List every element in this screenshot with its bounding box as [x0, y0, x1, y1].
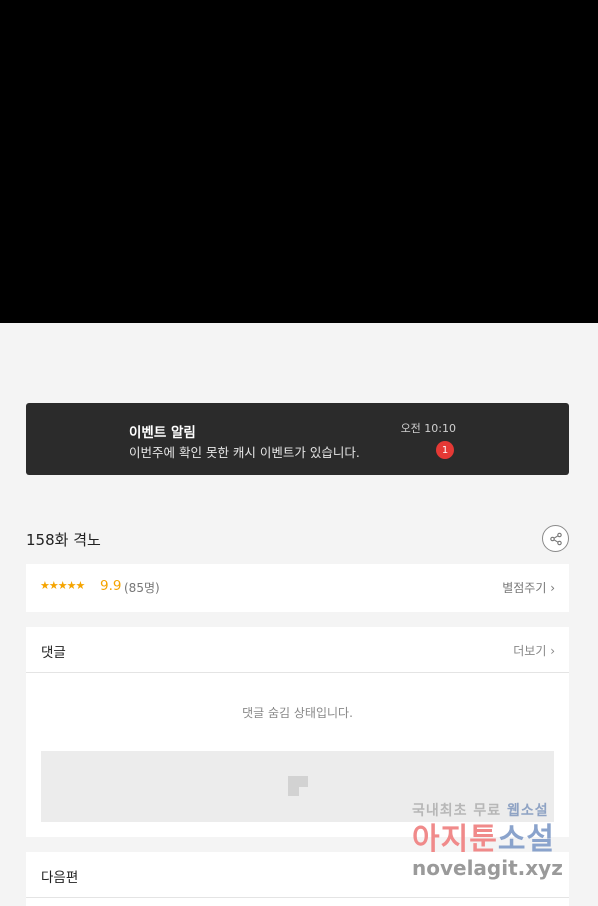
rating-score: 9.9 [100, 578, 122, 594]
next-episode-title: 다음편 [41, 870, 79, 886]
watermark-line2: 아지툰소설 [412, 822, 556, 857]
rating-stars: ★★★★★ [40, 579, 85, 592]
event-notification[interactable]: 이벤트 알림 이번주에 확인 못한 캐시 이벤트가 있습니다. 오전 10:10… [26, 403, 569, 475]
notification-title: 이벤트 알림 [129, 425, 196, 441]
rating-card: ★★★★★ 9.9 (85명) 별점주기 › [26, 564, 569, 612]
image-placeholder-icon [288, 776, 308, 796]
notification-badge: 1 [436, 441, 454, 459]
rate-button[interactable]: 별점주기 › [502, 579, 555, 596]
comment-more-button[interactable]: 더보기 › [513, 642, 555, 659]
watermark: 국내최초 무료 웹소설 아지툰소설 novelagit.xyz [410, 800, 580, 890]
episode-title: 158화 격노 [26, 531, 101, 549]
notification-message: 이번주에 확인 못한 캐시 이벤트가 있습니다. [129, 445, 360, 460]
notification-time: 오전 10:10 [400, 422, 456, 435]
watermark-url: novelagit.xyz [412, 856, 563, 880]
comment-title: 댓글 [41, 645, 66, 661]
comment-header: 댓글 더보기 › [26, 627, 569, 673]
share-icon [549, 532, 562, 545]
rating-count: (85명) [124, 581, 160, 595]
comment-hidden-message: 댓글 숨김 상태입니다. [242, 706, 353, 720]
top-black-area [0, 0, 598, 323]
share-button[interactable] [542, 525, 569, 552]
